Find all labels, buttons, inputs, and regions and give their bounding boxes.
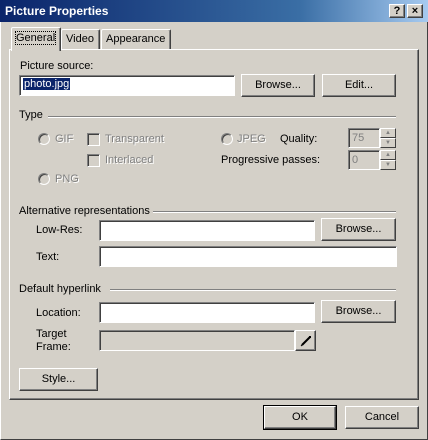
jpeg-label: JPEG	[237, 133, 266, 145]
browse-lowres-button[interactable]: Browse...	[321, 218, 396, 241]
interlaced-checkbox[interactable]	[87, 154, 100, 167]
pencil-icon	[300, 336, 311, 347]
edit-button[interactable]: Edit...	[322, 74, 396, 97]
png-label: PNG	[55, 173, 79, 185]
alt-group-label: Alternative representations	[19, 205, 153, 217]
picture-source-label: Picture source:	[20, 60, 94, 72]
target-label-line2: Frame:	[36, 341, 71, 353]
location-label: Location:	[36, 307, 81, 319]
dialog-content: Picture source: photo.jpg Browse... Edit…	[0, 0, 428, 440]
style-button[interactable]: Style...	[19, 368, 98, 391]
alt-group-divider	[150, 211, 396, 213]
browse-source-button[interactable]: Browse...	[241, 74, 315, 97]
quality-spinner[interactable]: ▲ ▼	[380, 128, 396, 148]
browse-location-button[interactable]: Browse...	[321, 300, 396, 323]
transparent-checkbox[interactable]	[87, 133, 100, 146]
quality-input[interactable]: 75	[348, 128, 380, 148]
target-frame-button[interactable]	[295, 330, 316, 351]
jpeg-radio[interactable]	[221, 133, 233, 145]
progressive-spinner[interactable]: ▲ ▼	[380, 150, 396, 170]
progressive-input[interactable]: 0	[348, 150, 380, 170]
spin-down-icon[interactable]: ▼	[380, 138, 396, 148]
png-radio[interactable]	[38, 173, 50, 185]
lowres-input[interactable]	[99, 220, 315, 241]
transparent-label: Transparent	[105, 133, 164, 145]
interlaced-label: Interlaced	[105, 154, 154, 166]
picture-source-input[interactable]: photo.jpg	[19, 75, 235, 96]
ok-button[interactable]: OK	[263, 405, 337, 430]
spin-up-icon[interactable]: ▲	[380, 150, 396, 160]
quality-label: Quality:	[280, 133, 318, 145]
lowres-label: Low-Res:	[36, 224, 83, 236]
progressive-label: Progressive passes:	[221, 154, 321, 166]
spin-up-icon[interactable]: ▲	[380, 128, 396, 138]
target-label-line1: Target	[36, 328, 67, 340]
hyperlink-group-divider	[110, 289, 396, 291]
alt-text-label: Text:	[36, 251, 60, 263]
cancel-button[interactable]: Cancel	[345, 406, 419, 429]
hyperlink-group-label: Default hyperlink	[19, 283, 104, 295]
quality-value: 75	[352, 132, 365, 144]
gif-label: GIF	[55, 133, 74, 145]
spin-down-icon[interactable]: ▼	[380, 160, 396, 170]
picture-source-value: photo.jpg	[23, 78, 71, 90]
target-frame-input[interactable]	[99, 330, 295, 351]
type-group-divider	[48, 116, 396, 118]
progressive-value: 0	[352, 154, 359, 166]
location-input[interactable]	[99, 302, 315, 323]
type-group-label: Type	[19, 109, 46, 121]
alt-text-input[interactable]	[99, 246, 397, 267]
gif-radio[interactable]	[38, 133, 50, 145]
